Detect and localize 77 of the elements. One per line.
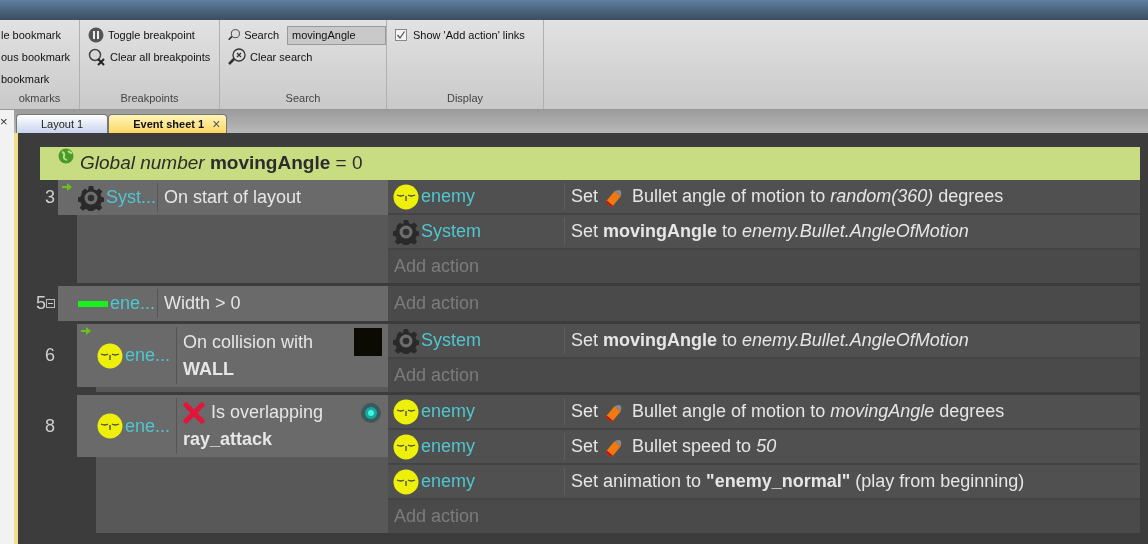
- ribbon-button[interactable]: le bookmark: [1, 25, 79, 45]
- object-name: System: [421, 220, 481, 243]
- action-row[interactable]: enemy Set Bullet angle of motion to movingAngle degrees: [388, 395, 1140, 430]
- condition-parameter: WALL: [183, 358, 234, 381]
- ribbon-button[interactable]: Clear all breakpoints: [88, 47, 219, 67]
- search-field[interactable]: movingAngle: [287, 25, 386, 45]
- arrow-icon: [81, 327, 91, 335]
- object-name: enemy: [421, 185, 476, 208]
- object-name: Syst...: [106, 186, 156, 209]
- cross-icon: [183, 401, 205, 424]
- condition-row[interactable]: Syst... On start of layout: [58, 180, 388, 215]
- group-label: Display: [445, 90, 485, 106]
- action-row[interactable]: enemy Set Bullet speed to 50: [388, 430, 1140, 465]
- ribbon-button[interactable]: Clear search: [228, 47, 386, 67]
- arrow-icon: [62, 183, 72, 191]
- creature-icon: [393, 398, 419, 425]
- glow-icon: [360, 401, 382, 424]
- action-row[interactable]: enemy Set animation to "enemy_normal" (play from beginning): [388, 465, 1140, 500]
- condition-text: On start of layout: [164, 186, 302, 209]
- search-clear-icon: [228, 48, 246, 66]
- pause-icon: [88, 27, 104, 43]
- action-row[interactable]: enemy Set Bullet angle of motion to random(360) degrees: [388, 180, 1140, 215]
- condition-parameter: ray_attack: [183, 428, 273, 451]
- object-name: System: [421, 329, 481, 352]
- condition-text: Is overlapping: [211, 401, 324, 424]
- bar-icon: [78, 300, 108, 307]
- gear-icon: [393, 327, 419, 354]
- action-text: Bullet angle of motion to random(360) degrees: [632, 185, 1004, 208]
- square-icon: [354, 328, 382, 356]
- object-name: enemy: [421, 435, 476, 458]
- condition-row[interactable]: ene... Width > 0: [58, 286, 388, 321]
- action-verb: Set: [571, 435, 599, 458]
- global-variable-bar[interactable]: Global number movingAngle = 0: [40, 147, 1140, 180]
- event-number: 6: [45, 344, 55, 367]
- tab[interactable]: Event sheet 1 ×: [108, 114, 228, 133]
- event-number: 5: [36, 292, 46, 315]
- ribbon-button[interactable]: Toggle breakpoint: [88, 25, 219, 45]
- action-text: Set movingAngle to enemy.Bullet.AngleOfMotion: [571, 220, 969, 243]
- creature-icon: [97, 413, 123, 439]
- condition-text: Width > 0: [164, 292, 241, 315]
- close-panel-button[interactable]: ×: [0, 110, 14, 133]
- object-name: enemy: [421, 470, 476, 493]
- object-name: ene...: [125, 344, 171, 367]
- object-name: ene...: [110, 292, 156, 315]
- group-label: Breakpoints: [119, 90, 180, 106]
- globe-icon: [58, 148, 74, 164]
- action-text: Bullet speed to 50: [632, 435, 777, 458]
- action-verb: Set: [571, 185, 599, 208]
- object-name: enemy: [421, 400, 476, 423]
- tab[interactable]: Layout 1: [16, 114, 109, 133]
- creature-icon: [393, 468, 419, 495]
- object-name: ene...: [125, 414, 171, 438]
- condition-text: On collision with: [183, 330, 314, 354]
- creature-icon: [393, 433, 419, 460]
- group-label: Search: [284, 90, 322, 106]
- search-label: Search: [244, 27, 279, 43]
- action-text: Set movingAngle to enemy.Bullet.AngleOfMotion: [571, 329, 969, 352]
- action-row[interactable]: System Set movingAngle to enemy.Bullet.AngleOfMotion: [388, 215, 1140, 250]
- gear-icon: [78, 184, 104, 211]
- action-text: Bullet angle of motion to movingAngle degrees: [632, 400, 1005, 423]
- checkbox[interactable]: [395, 29, 407, 41]
- event-number: 3: [45, 186, 55, 209]
- close-tab-button[interactable]: ×: [212, 113, 221, 135]
- action-row[interactable]: System Set movingAngle to enemy.Bullet.AngleOfMotion: [388, 324, 1140, 359]
- action-text: Set animation to "enemy_normal" (play from beginning): [571, 470, 1025, 493]
- action-verb: Set: [571, 400, 599, 423]
- ribbon-button[interactable]: ous bookmark: [1, 47, 79, 67]
- creature-icon: [97, 342, 123, 369]
- checkbox-label: Show 'Add action' links: [413, 27, 525, 43]
- ribbon-button[interactable]: bookmark: [1, 69, 79, 89]
- collapse-icon[interactable]: [46, 299, 55, 308]
- creature-icon: [393, 183, 419, 210]
- event-number: 8: [45, 414, 55, 438]
- group-label: okmarks: [17, 90, 62, 106]
- circle-x-icon: [88, 48, 106, 66]
- global-variable-text: Global number movingAngle = 0: [80, 150, 363, 175]
- gear-icon: [393, 218, 419, 245]
